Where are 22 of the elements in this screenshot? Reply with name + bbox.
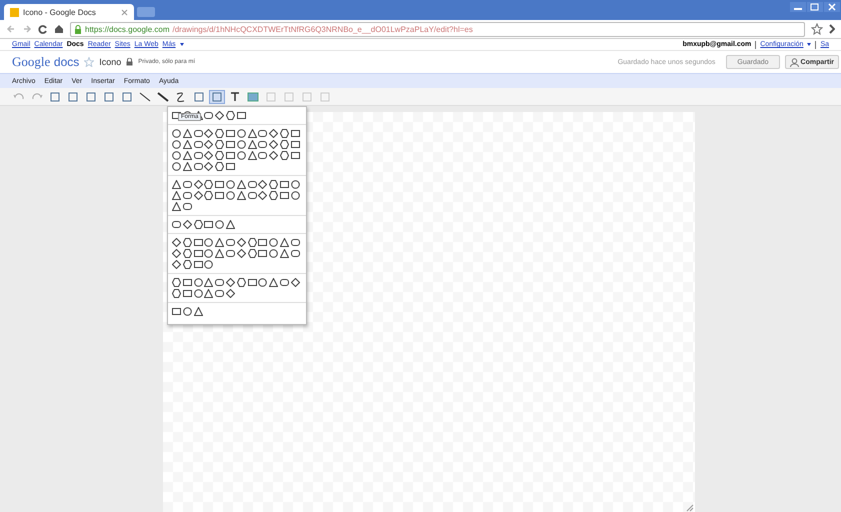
- person-icon: [790, 58, 799, 66]
- tab-title: Icono - Google Docs: [23, 8, 97, 16]
- lock-icon: [74, 24, 82, 34]
- caret-icon: [807, 43, 812, 46]
- star-icon[interactable]: [84, 57, 94, 67]
- reload-icon[interactable]: [38, 24, 48, 34]
- line-icon[interactable]: [138, 90, 152, 102]
- home-icon[interactable]: [54, 24, 64, 34]
- resize-handle-icon[interactable]: [686, 504, 694, 512]
- docs-icon: [10, 8, 19, 16]
- lock-icon: [126, 58, 134, 66]
- document-title[interactable]: Icono: [99, 57, 122, 67]
- star-icon[interactable]: [811, 23, 823, 35]
- google-docs-logo[interactable]: Google docs: [12, 54, 80, 70]
- text-box-icon[interactable]: [228, 90, 242, 102]
- browser-tab[interactable]: Icono - Google Docs: [4, 4, 134, 20]
- close-icon[interactable]: [824, 2, 840, 12]
- restore-icon[interactable]: [807, 2, 823, 12]
- minimize-icon[interactable]: [790, 2, 806, 12]
- address-field[interactable]: https://docs.google.com /drawings/d/1hNHcQCXDTWErTtNfRG6Q3NRNBo_e__dO01LwPzaPLaY/edit?hl=es: [70, 22, 805, 36]
- caret-icon: [180, 43, 184, 46]
- close-icon[interactable]: [121, 8, 128, 16]
